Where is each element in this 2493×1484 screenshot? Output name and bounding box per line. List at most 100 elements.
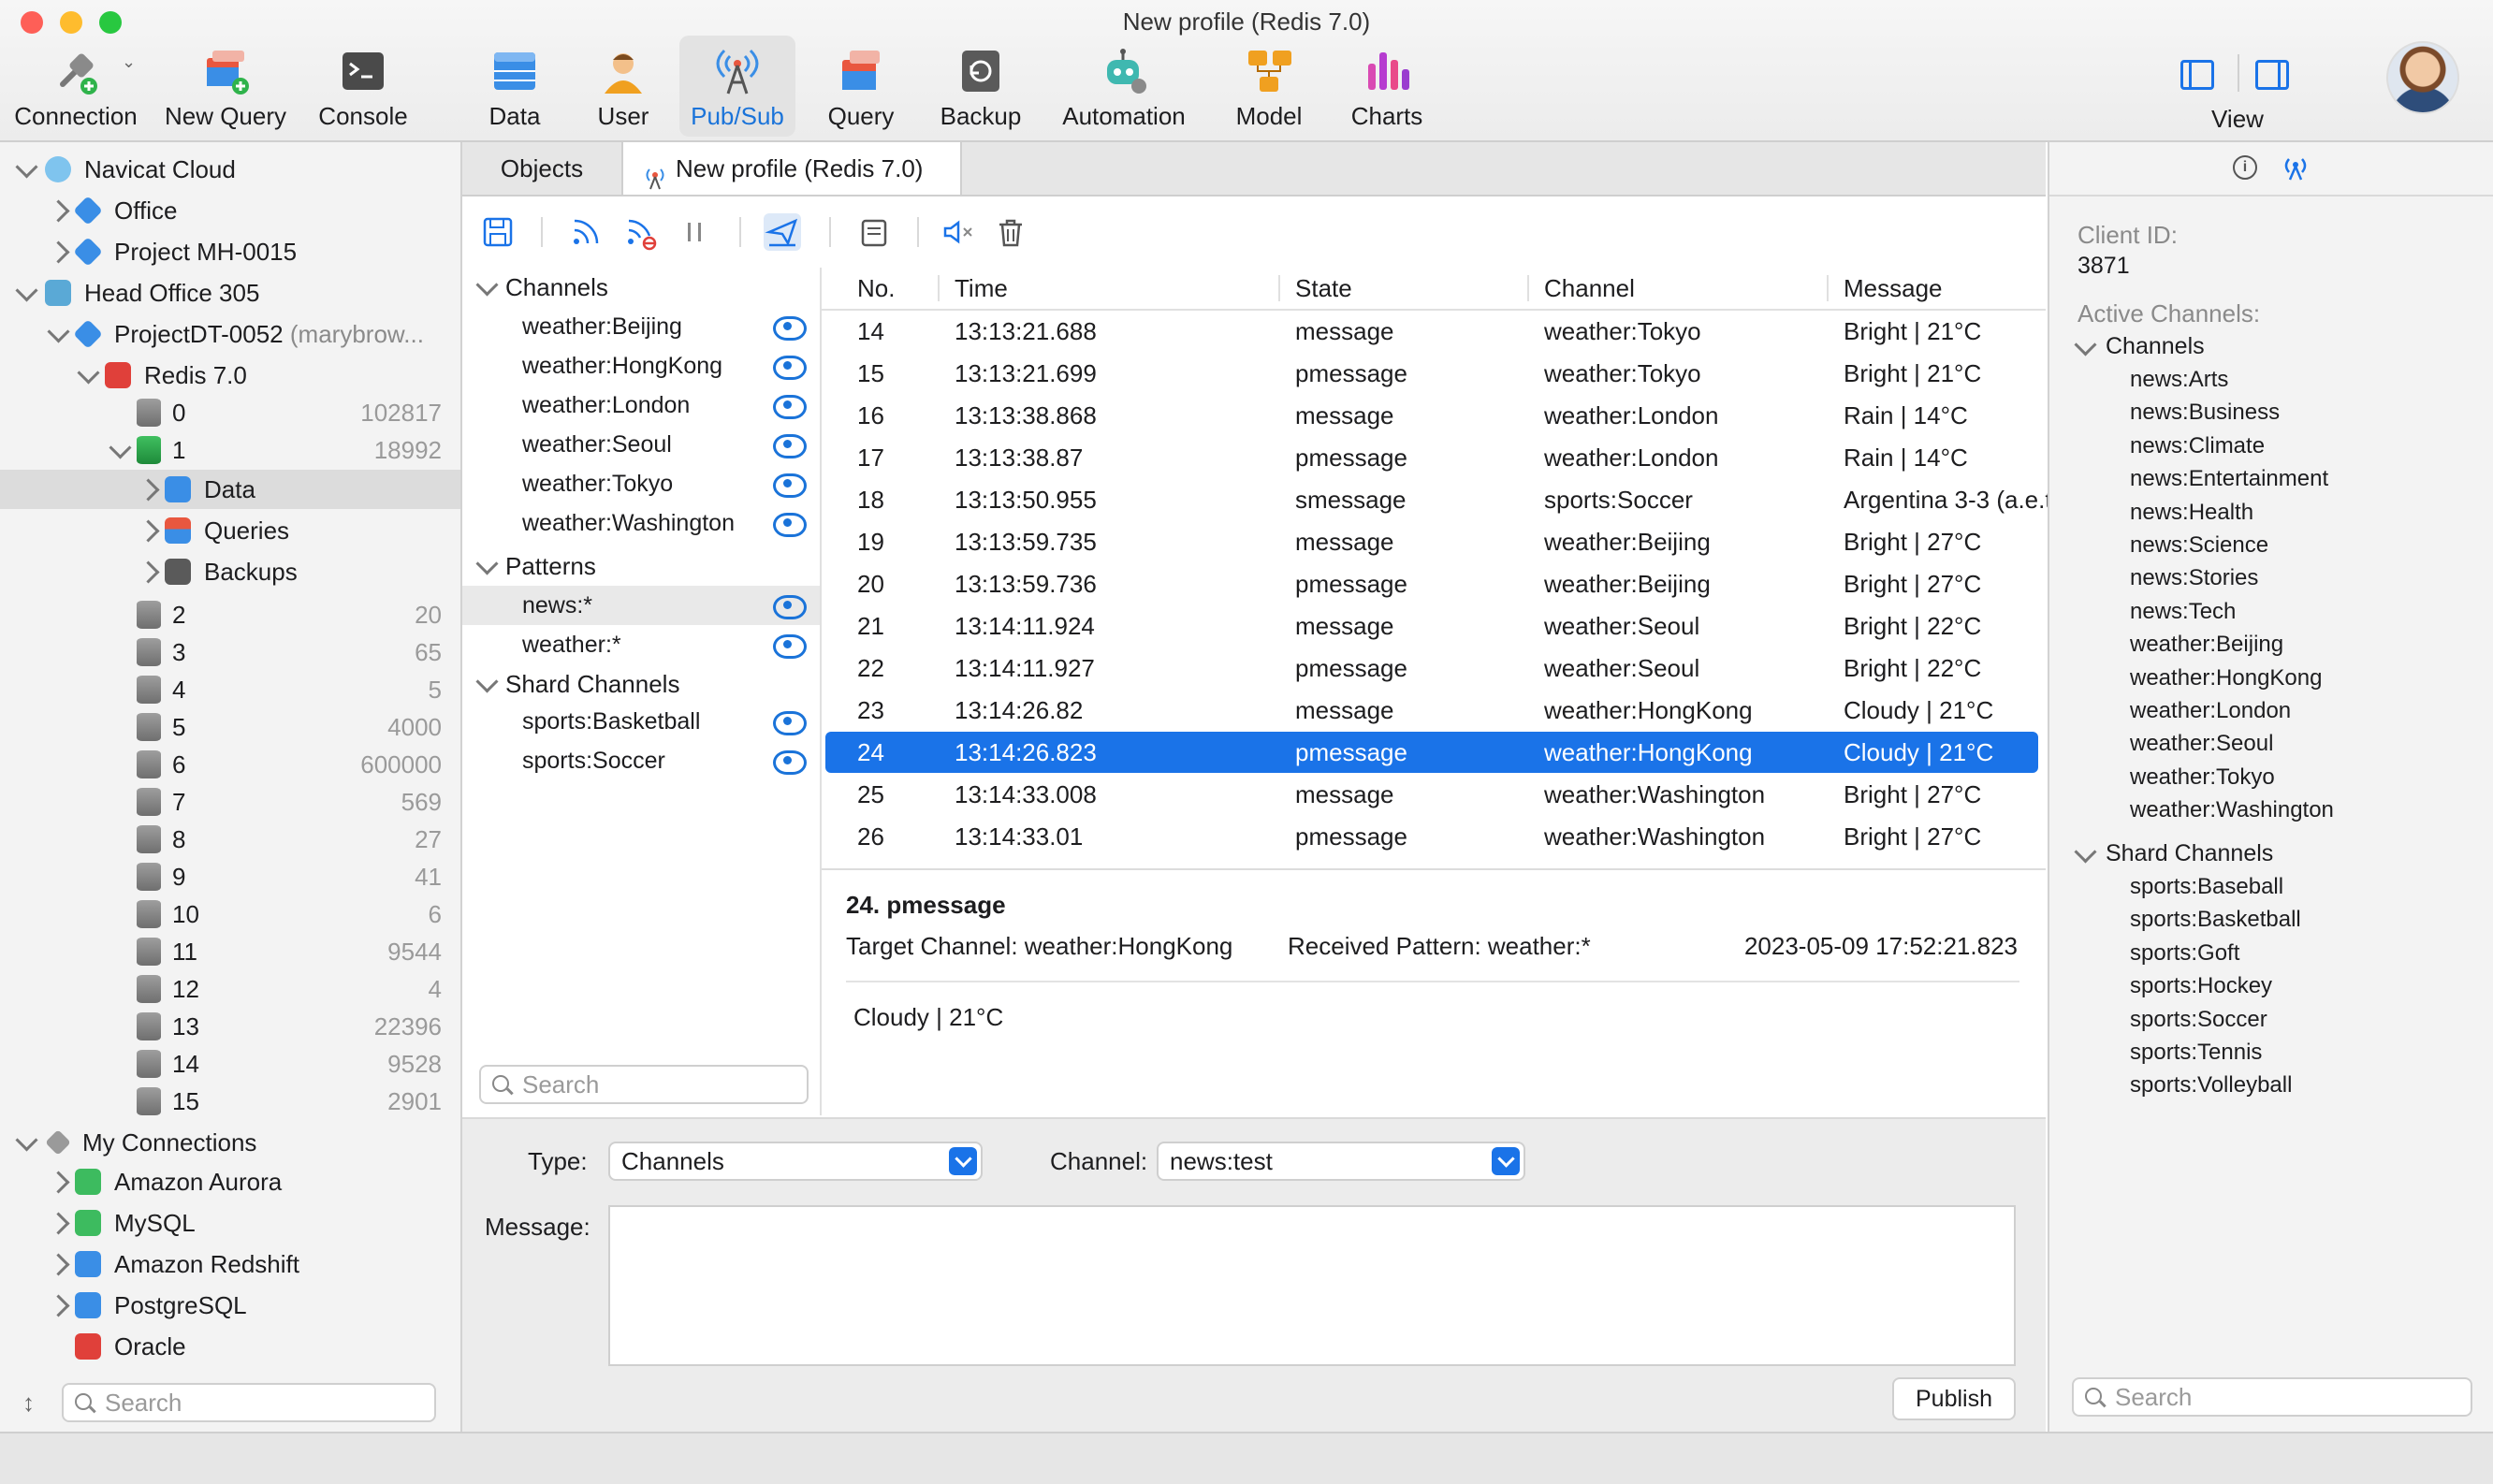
- table-row[interactable]: 24 13:14:26.823 pmessage weather:HongKong Cl…: [825, 732, 2038, 773]
- user-button[interactable]: User: [576, 36, 670, 137]
- chevron-right-icon[interactable]: [137, 560, 160, 584]
- eye-icon[interactable]: [773, 595, 807, 619]
- query-button[interactable]: Query: [814, 36, 908, 137]
- subscribe-icon[interactable]: [567, 213, 605, 251]
- tree-item-db-0[interactable]: 0 102817: [0, 393, 460, 432]
- tab-objects[interactable]: Objects: [462, 142, 623, 195]
- shard-channels-group[interactable]: Shard Channels: [462, 664, 820, 704]
- chevron-right-icon[interactable]: [47, 1212, 70, 1235]
- mute-icon[interactable]: [940, 213, 977, 251]
- navigator-search-input[interactable]: Search: [62, 1383, 436, 1422]
- tree-item-db[interactable]: 10 6: [0, 895, 460, 934]
- tree-item-db[interactable]: 13 22396: [0, 1007, 460, 1046]
- automation-button[interactable]: Automation: [1054, 36, 1194, 137]
- shard-channel-item[interactable]: sports:Soccer: [462, 741, 820, 780]
- chevron-right-icon[interactable]: [47, 1171, 70, 1194]
- tree-item-db[interactable]: 7 569: [0, 782, 460, 822]
- broadcast-tower-icon[interactable]: [2282, 153, 2310, 182]
- chevron-right-icon[interactable]: [47, 1294, 70, 1317]
- eye-icon[interactable]: [773, 395, 807, 419]
- subscriptions-search-input[interactable]: Search: [479, 1065, 809, 1104]
- type-select[interactable]: Channels: [608, 1142, 983, 1181]
- table-row[interactable]: 21 13:14:11.924 message weather:Seoul Bright…: [825, 605, 2038, 647]
- tree-item-db[interactable]: 5 4000: [0, 707, 460, 747]
- channel-item[interactable]: weather:London: [462, 386, 820, 425]
- chevron-down-icon[interactable]: [15, 1128, 38, 1152]
- pubsub-button[interactable]: Pub/Sub: [679, 36, 795, 137]
- column-header-no[interactable]: No.: [822, 268, 940, 311]
- console-button[interactable]: Console: [305, 36, 421, 137]
- column-header-time[interactable]: Time: [940, 268, 1280, 311]
- chevron-down-icon[interactable]: [47, 320, 70, 343]
- trash-icon[interactable]: [992, 213, 1029, 251]
- backup-button[interactable]: Backup: [934, 36, 1028, 137]
- tree-item-db[interactable]: 45: [0, 670, 460, 709]
- tree-item-redis[interactable]: Redis 7.0: [0, 356, 460, 395]
- tree-item-navicat-cloud[interactable]: Navicat Cloud: [0, 150, 460, 189]
- tree-item-db[interactable]: 11 9544: [0, 932, 460, 971]
- publish-button[interactable]: Publish: [1892, 1377, 2016, 1420]
- eye-icon[interactable]: [773, 434, 807, 458]
- pause-icon[interactable]: [676, 213, 713, 251]
- chevron-down-icon[interactable]: [109, 436, 132, 459]
- channel-item[interactable]: weather:Washington: [462, 503, 820, 543]
- table-row[interactable]: 20 13:13:59.736 pmessage weather:Beijing Bri…: [825, 563, 2038, 604]
- eye-icon[interactable]: [773, 316, 807, 341]
- toggle-navigator-icon[interactable]: [2180, 60, 2214, 90]
- channel-item[interactable]: weather:HongKong: [462, 346, 820, 386]
- chevron-down-icon[interactable]: [77, 361, 100, 385]
- filter-icon[interactable]: ↕: [22, 1389, 35, 1418]
- table-row[interactable]: 23 13:14:26.82 message weather:HongKong Clou…: [825, 690, 2038, 731]
- table-row[interactable]: 26 13:14:33.01 pmessage weather:Washington B…: [825, 816, 2038, 857]
- tree-item-db[interactable]: 9 41: [0, 857, 460, 896]
- message-textarea[interactable]: [608, 1205, 2016, 1366]
- tree-item-db[interactable]: 12 4: [0, 969, 460, 1009]
- table-row[interactable]: 14 13:13:21.688 message weather:Tokyo Bright…: [825, 311, 2038, 352]
- channel-item[interactable]: weather:Seoul: [462, 425, 820, 464]
- pattern-item[interactable]: news:*: [462, 586, 820, 625]
- table-row[interactable]: 25 13:14:33.008 message weather:Washington B…: [825, 774, 2038, 815]
- table-row[interactable]: 17 13:13:38.87 pmessage weather:London Rain …: [825, 437, 2038, 478]
- data-button[interactable]: Data: [468, 36, 561, 137]
- table-row[interactable]: 22 13:14:11.927 pmessage weather:Seoul Brigh…: [825, 647, 2038, 689]
- message-detail-icon[interactable]: [855, 213, 893, 251]
- chevron-right-icon[interactable]: [47, 199, 70, 223]
- table-row[interactable]: 18 13:13:50.955 smessage sports:Soccer Argen…: [825, 479, 2142, 520]
- chevron-down-icon[interactable]: [475, 552, 499, 575]
- shard-channel-item[interactable]: sports:Basketball: [462, 702, 820, 741]
- chevron-down-icon[interactable]: [15, 155, 38, 179]
- tree-item-office[interactable]: Office: [0, 191, 460, 230]
- toggle-info-pane-icon[interactable]: [2255, 60, 2289, 90]
- connection-button[interactable]: ⌄ Connection: [6, 36, 146, 137]
- tree-item-db-1[interactable]: 1 18992: [0, 430, 460, 470]
- tree-item-queries[interactable]: Queries: [0, 511, 460, 550]
- chevron-right-icon[interactable]: [137, 519, 160, 543]
- eye-icon[interactable]: [773, 356, 807, 380]
- eye-icon[interactable]: [773, 750, 807, 775]
- eye-icon[interactable]: [773, 634, 807, 659]
- info-search-input[interactable]: Search: [2072, 1377, 2472, 1417]
- model-button[interactable]: Model: [1222, 36, 1316, 137]
- chevron-right-icon[interactable]: [47, 1253, 70, 1276]
- tree-item-connection[interactable]: MySQL: [0, 1203, 460, 1243]
- pattern-item[interactable]: weather:*: [462, 625, 820, 664]
- column-header-message[interactable]: Message: [1829, 268, 2046, 311]
- table-row[interactable]: 15 13:13:21.699 pmessage weather:Tokyo Brigh…: [825, 353, 2038, 394]
- channel-item[interactable]: weather:Beijing: [462, 307, 820, 346]
- tree-item-db[interactable]: 14 9528: [0, 1044, 460, 1084]
- active-channels-group[interactable]: Channels: [2049, 329, 2493, 363]
- chevron-down-icon[interactable]: [475, 273, 499, 297]
- eye-icon[interactable]: [773, 473, 807, 498]
- tree-item-connection[interactable]: Oracle: [0, 1327, 460, 1366]
- tree-item-db[interactable]: 3 65: [0, 633, 460, 672]
- eye-icon[interactable]: [773, 711, 807, 735]
- table-row[interactable]: 16 13:13:38.868 message weather:London Rain …: [825, 395, 2038, 436]
- eye-icon[interactable]: [773, 513, 807, 537]
- tree-item-db[interactable]: 6 600000: [0, 745, 460, 784]
- tree-item-project-dt[interactable]: ProjectDT-0052 (marybrow...: [0, 314, 460, 354]
- save-icon[interactable]: [479, 213, 517, 251]
- chevron-down-icon[interactable]: [2074, 333, 2097, 356]
- unsubscribe-icon[interactable]: [621, 213, 659, 251]
- tree-item-db[interactable]: 15 2901: [0, 1082, 460, 1121]
- avatar[interactable]: [2386, 41, 2459, 114]
